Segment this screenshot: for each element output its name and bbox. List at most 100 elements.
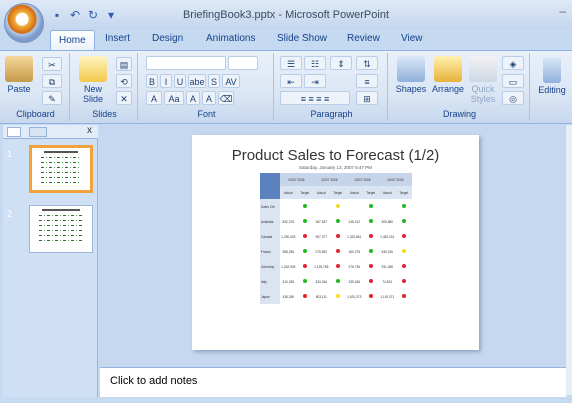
reset-icon[interactable]: ⟲ (116, 74, 132, 88)
column-header: Target (362, 186, 379, 199)
alignment-buttons[interactable]: ≡ ≡ ≡ ≡ (280, 91, 350, 105)
shrink-font-button[interactable]: A (202, 91, 216, 105)
actual-value: 1,119,371 (380, 294, 395, 299)
tab-slide-show[interactable]: Slide Show (277, 33, 327, 44)
actual-value: 309,860 (381, 219, 394, 224)
close-pane-icon[interactable]: x (87, 125, 92, 136)
line-spacing-icon[interactable]: ⇕ (330, 56, 352, 70)
outline-tab-icon[interactable] (29, 127, 47, 137)
status-dot-cell (363, 244, 380, 259)
table-corner (260, 173, 280, 199)
italic-button[interactable]: I (160, 74, 172, 88)
shadow-button[interactable]: S (208, 74, 220, 88)
slide-title[interactable]: Product Sales to Forecast (1/2) (192, 147, 479, 164)
shape-outline-icon[interactable]: ▭ (502, 74, 524, 88)
cut-icon[interactable]: ✂ (42, 57, 62, 71)
shape-fill-icon[interactable]: ◈ (502, 56, 524, 70)
office-button[interactable] (4, 3, 44, 43)
status-dot (335, 294, 340, 298)
slides-pane: x 1 2 (3, 125, 98, 403)
status-dot (368, 234, 373, 238)
font-name-box[interactable] (146, 56, 226, 70)
change-case-button[interactable]: Aa (164, 91, 184, 105)
underline-button[interactable]: U (174, 74, 186, 88)
thumb-title-line (43, 151, 79, 153)
ribbon: Paste ✂ ⧉ ✎ Clipboard New Slide ▤ ⟲ ✕ Sl… (0, 50, 572, 124)
actual-value: 74,831 (382, 279, 393, 284)
align-text-icon[interactable]: ≡ (356, 74, 378, 88)
thumb-title-line (42, 209, 80, 211)
bold-button[interactable]: B (146, 74, 158, 88)
status-dot-cell (396, 214, 413, 229)
tab-design[interactable]: Design (152, 33, 183, 44)
actual-value (313, 199, 330, 214)
minimize-icon[interactable]: – (559, 4, 566, 18)
decrease-indent-icon[interactable]: ⇤ (280, 74, 302, 88)
numbering-icon[interactable]: ☷ (304, 56, 326, 70)
status-dot (302, 279, 307, 283)
status-dot-cell (396, 274, 413, 289)
period-header: 03/07 2006 (346, 173, 379, 186)
sales-table: 02/07 2006 02/07 2006 03/07 2006 04/07 2006… (260, 173, 412, 304)
font-color-button[interactable]: A (146, 91, 162, 105)
tab-view[interactable]: View (401, 33, 423, 44)
tab-home[interactable]: Home (50, 30, 95, 51)
thumb-row-line (40, 162, 82, 163)
shape-effects-icon[interactable]: ◎ (502, 91, 524, 105)
layout-icon[interactable]: ▤ (116, 57, 132, 71)
tab-insert[interactable]: Insert (105, 33, 130, 44)
status-dot-cell (297, 199, 314, 214)
copy-icon[interactable]: ⧉ (42, 74, 62, 88)
text-direction-icon[interactable]: ⇅ (356, 56, 378, 70)
increase-indent-icon[interactable]: ⇥ (304, 74, 326, 88)
table-row: Japan 438,296 803,111 1,631,373 1,119,371 (260, 289, 412, 304)
paste-icon (5, 56, 33, 82)
shapes-button[interactable]: Shapes (394, 56, 428, 94)
format-painter-icon[interactable]: ✎ (42, 91, 62, 105)
column-header: Target (329, 186, 346, 199)
actual-value: 333,246 (315, 279, 328, 284)
vertical-scrollbar[interactable] (566, 125, 572, 395)
grow-font-button[interactable]: A (186, 91, 200, 105)
smartart-icon[interactable]: ⊞ (356, 91, 378, 105)
font-group: B I U abe S AV A Aa A A ⌫ Font (140, 53, 274, 121)
delete-slide-icon[interactable]: ✕ (116, 91, 132, 105)
slide-canvas[interactable]: Product Sales to Forecast (1/2) Saturday… (192, 135, 479, 350)
status-dot (401, 264, 406, 268)
status-dot-cell (330, 289, 347, 304)
spacing-button[interactable]: AV (222, 74, 240, 88)
strikethrough-button[interactable]: abe (188, 74, 206, 88)
status-dot (401, 234, 406, 238)
status-dot-cell (297, 214, 314, 229)
actual-value: 803,111 (315, 294, 327, 299)
notes-pane[interactable]: Click to add notes (100, 367, 566, 397)
arrange-button[interactable]: Arrange (430, 56, 466, 94)
paste-button[interactable]: Paste (4, 56, 34, 94)
slide-thumbnail-1[interactable] (29, 145, 93, 193)
thumb-row-line (39, 215, 83, 216)
status-dot (302, 204, 307, 208)
actual-value: 187,537 (315, 219, 328, 224)
period-header: 04/07 2006 (379, 173, 412, 186)
status-dot-cell (297, 244, 314, 259)
actual-value: 832,375 (282, 219, 295, 224)
new-slide-button[interactable]: New Slide (76, 56, 110, 104)
tab-review[interactable]: Review (347, 33, 380, 44)
slides-tab-icon[interactable] (7, 127, 21, 137)
actual-value: 1,332,861 (347, 234, 362, 239)
actual-value: 388,256 (282, 249, 295, 254)
status-dot-cell (297, 289, 314, 304)
actual-value: 1,129,785 (314, 264, 329, 269)
status-dot (368, 249, 373, 253)
row-label: Germany (260, 259, 280, 274)
actual-value: 1,631,373 (347, 294, 362, 299)
slide-thumbnail-2[interactable] (29, 205, 93, 253)
tab-animations[interactable]: Animations (206, 33, 255, 44)
actual-value (379, 199, 396, 214)
quick-styles-button[interactable]: Quick Styles (468, 56, 498, 104)
clear-format-icon[interactable]: ⌫ (218, 91, 234, 105)
editing-button[interactable]: Editing (534, 57, 570, 95)
font-size-box[interactable] (228, 56, 258, 70)
bullets-icon[interactable]: ☰ (280, 56, 302, 70)
actual-value: 335,246 (348, 279, 361, 284)
